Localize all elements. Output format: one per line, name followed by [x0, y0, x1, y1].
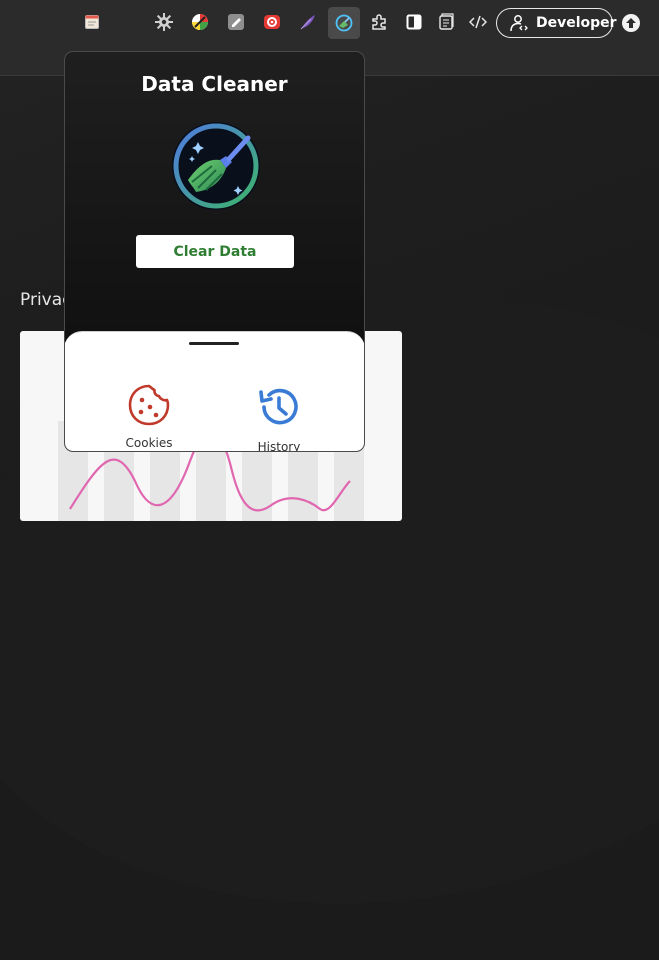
- popup-title: Data Cleaner: [141, 72, 288, 96]
- options-sheet: Cookies History: [65, 331, 364, 452]
- history-label: History: [257, 440, 301, 452]
- cookie-icon: [128, 384, 170, 426]
- extension-record-icon[interactable]: [262, 12, 282, 32]
- arrow-up-icon: [626, 18, 636, 28]
- history-icon: [259, 388, 298, 425]
- upload-button[interactable]: [622, 14, 640, 32]
- data-cleaner-popup: Data Cleaner Clear Data Cookies History: [64, 51, 365, 452]
- cookies-label: Cookies: [125, 436, 173, 450]
- extension-color-icon[interactable]: [190, 12, 210, 32]
- developer-button[interactable]: Developer: [496, 8, 617, 38]
- clear-data-button[interactable]: Clear Data: [136, 235, 294, 268]
- sheet-drag-handle[interactable]: [189, 342, 239, 345]
- cookies-option[interactable]: Cookies: [104, 384, 194, 450]
- developer-icon: [509, 14, 529, 32]
- browser-toolbar: Developer: [0, 0, 659, 46]
- extension-notes-icon[interactable]: [82, 12, 102, 32]
- broom-logo-icon: [168, 118, 264, 214]
- developer-label: Developer: [536, 15, 617, 31]
- extension-gear-icon[interactable]: [154, 12, 174, 32]
- extensions-puzzle-icon[interactable]: [369, 12, 389, 32]
- extension-data-cleaner-icon[interactable]: [328, 7, 360, 39]
- history-option[interactable]: History: [234, 384, 324, 452]
- code-icon[interactable]: [468, 12, 488, 32]
- reading-list-icon[interactable]: [436, 12, 456, 32]
- extension-edit-icon[interactable]: [226, 12, 246, 32]
- sidebar-toggle-icon[interactable]: [404, 12, 424, 32]
- extension-feather-icon[interactable]: [298, 12, 318, 32]
